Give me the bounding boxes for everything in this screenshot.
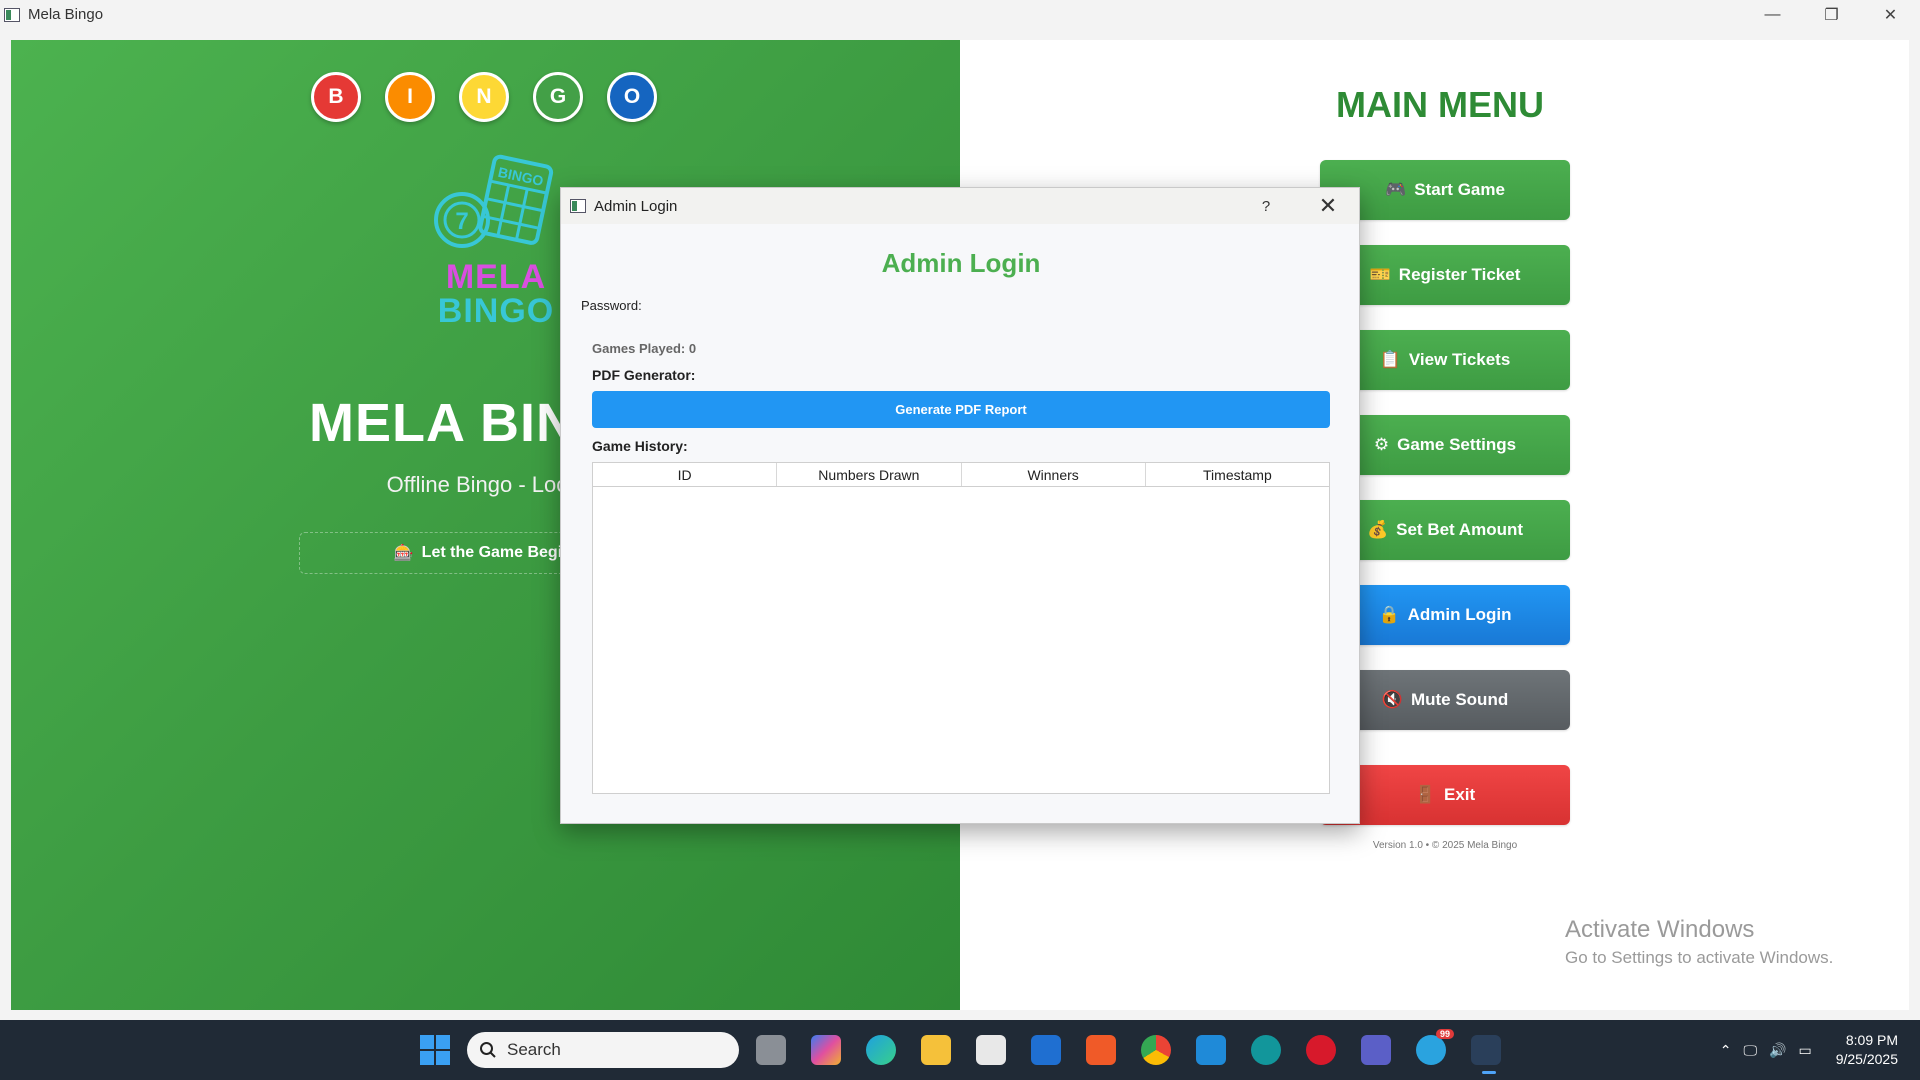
- taskbar: Search 99 ⌃ 🖵 🔊 ▭ 8:09 PM 9/25/2025: [0, 1020, 1920, 1080]
- logo-mela-text: MELA: [445, 258, 547, 296]
- task-view-icon[interactable]: [756, 1035, 786, 1065]
- window-title: Mela Bingo: [28, 6, 104, 23]
- mute-icon: 🔇: [1381, 690, 1403, 709]
- mela-bingo-taskbar-icon[interactable]: [1471, 1035, 1501, 1065]
- ball-g: G: [533, 72, 583, 122]
- bingo-balls: B I N G O: [311, 72, 657, 122]
- brave-icon[interactable]: [1086, 1035, 1116, 1065]
- main-menu-title: MAIN MENU: [1336, 84, 1544, 125]
- file-explorer-icon[interactable]: [921, 1035, 951, 1065]
- register-ticket-label: Register Ticket: [1398, 265, 1521, 284]
- gear-icon: ⚙: [1373, 435, 1390, 454]
- clipboard-icon: 📋: [1379, 350, 1401, 369]
- ticket-icon: 🎫: [1369, 265, 1391, 284]
- gamepad-icon: 🎮: [1385, 180, 1407, 199]
- ball-n: N: [459, 72, 509, 122]
- edge-icon[interactable]: [866, 1035, 896, 1065]
- ball-i: I: [385, 72, 435, 122]
- logo-bingo-text: BINGO: [437, 292, 555, 330]
- dialog-close-button[interactable]: ✕: [1311, 188, 1345, 224]
- outlook-icon[interactable]: [1031, 1035, 1061, 1065]
- watermark-title: Activate Windows: [1565, 916, 1755, 943]
- door-icon: 🚪: [1414, 785, 1436, 804]
- teams-icon[interactable]: [1361, 1035, 1391, 1065]
- ball-o: O: [607, 72, 657, 122]
- games-played-text: Games Played: 0: [592, 341, 697, 356]
- watermark-subtitle: Go to Settings to activate Windows.: [1565, 948, 1834, 967]
- minimize-button[interactable]: —: [1743, 0, 1802, 29]
- telegram-icon[interactable]: 99: [1416, 1029, 1454, 1065]
- battery-icon[interactable]: ▭: [1798, 1042, 1811, 1059]
- clock-date: 9/25/2025: [1835, 1051, 1898, 1067]
- dialog-heading: Admin Login: [881, 248, 1041, 278]
- close-window-button[interactable]: ✕: [1861, 0, 1920, 29]
- column-header-winners[interactable]: Winners: [962, 463, 1146, 486]
- version-text: Version 1.0 • © 2025 Mela Bingo: [1372, 840, 1518, 851]
- column-header-numbers-drawn[interactable]: Numbers Drawn: [777, 463, 962, 486]
- arduino-icon[interactable]: [1251, 1035, 1281, 1065]
- start-game-label: Start Game: [1414, 180, 1505, 199]
- table-header: ID Numbers Drawn Winners Timestamp: [593, 463, 1329, 487]
- clock-time: 8:09 PM: [1845, 1032, 1898, 1048]
- telegram-badge: 99: [1435, 1029, 1454, 1039]
- taskbar-search[interactable]: Search: [467, 1032, 739, 1068]
- slot-machine-icon: 🎰: [393, 545, 414, 562]
- network-icon[interactable]: 🖵: [1744, 1042, 1758, 1059]
- copilot-icon[interactable]: [811, 1035, 841, 1065]
- activate-windows-watermark: Activate Windows Go to Settings to activ…: [1565, 916, 1833, 968]
- game-history-label: Game History:: [592, 438, 688, 454]
- dialog-app-icon: [570, 199, 586, 213]
- admin-login-label: Admin Login: [1407, 605, 1512, 624]
- let-game-begin-label: Let the Game Begin!: [421, 544, 578, 561]
- password-label: Password:: [581, 298, 642, 313]
- mute-sound-label: Mute Sound: [1410, 690, 1509, 709]
- exit-label: Exit: [1443, 785, 1476, 804]
- game-history-table[interactable]: ID Numbers Drawn Winners Timestamp: [592, 462, 1330, 794]
- view-tickets-label: View Tickets: [1408, 350, 1511, 369]
- column-header-timestamp[interactable]: Timestamp: [1146, 463, 1329, 486]
- system-tray: ⌃ 🖵 🔊 ▭ 8:09 PM 9/25/2025: [1714, 1020, 1920, 1080]
- chrome-icon[interactable]: [1141, 1035, 1171, 1065]
- restore-button[interactable]: ❐: [1802, 0, 1861, 29]
- pdf-generator-label: PDF Generator:: [592, 367, 696, 383]
- search-icon: [480, 1042, 496, 1058]
- generate-pdf-button[interactable]: Generate PDF Report: [592, 391, 1330, 428]
- game-settings-label: Game Settings: [1397, 435, 1517, 454]
- set-bet-amount-label: Set Bet Amount: [1396, 520, 1524, 539]
- lock-icon: 🔒: [1378, 605, 1400, 624]
- volume-icon[interactable]: 🔊: [1769, 1042, 1786, 1059]
- bingo-card-icon: BINGO 7: [434, 154, 554, 248]
- app-icon: [3, 6, 20, 23]
- svg-text:7: 7: [455, 208, 468, 235]
- active-app-indicator: [1482, 1071, 1496, 1074]
- start-button[interactable]: [420, 1035, 450, 1065]
- opera-icon[interactable]: [1306, 1035, 1336, 1065]
- money-bag-icon: 💰: [1366, 520, 1389, 539]
- mela-bingo-logo: BINGO 7 MELA BINGO: [426, 154, 566, 364]
- admin-login-dialog: Admin Login ? ✕ Admin Login Password: Ga…: [560, 187, 1360, 824]
- window-titlebar: Mela Bingo — ❐ ✕: [0, 0, 1920, 29]
- vscode-icon[interactable]: [1196, 1035, 1226, 1065]
- microsoft-store-icon[interactable]: [976, 1035, 1006, 1065]
- chevron-up-icon[interactable]: ⌃: [1720, 1042, 1732, 1059]
- column-header-id[interactable]: ID: [593, 463, 778, 486]
- help-button[interactable]: ?: [1251, 188, 1281, 224]
- search-text: Search: [507, 1040, 561, 1059]
- dialog-titlebar: Admin Login ? ✕: [561, 188, 1359, 224]
- ball-b: B: [311, 72, 361, 122]
- dialog-title: Admin Login: [594, 197, 678, 215]
- clock[interactable]: 8:09 PM 9/25/2025: [1836, 1031, 1898, 1069]
